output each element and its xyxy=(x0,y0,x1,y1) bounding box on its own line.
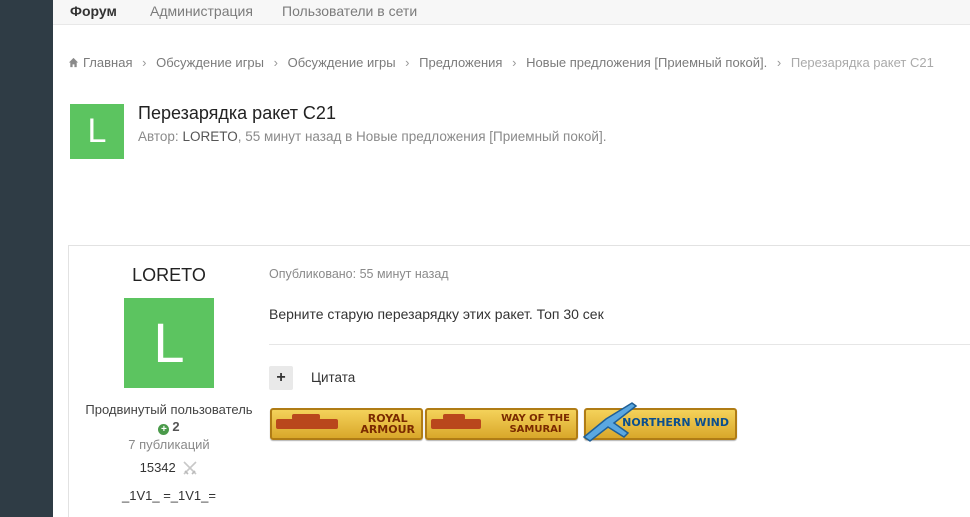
badge-line-2: ARMOUR xyxy=(360,423,415,436)
reputation: +2 xyxy=(69,419,269,435)
topic-meta-prefix: Автор: xyxy=(138,129,179,144)
signature: _1V1_ =_1V1_= xyxy=(122,488,216,503)
breadcrumb-suggestions[interactable]: Предложения xyxy=(419,55,502,70)
topic-meta: Автор: LORETO, 55 минут назад в Новые пр… xyxy=(138,129,606,144)
breadcrumb-home[interactable]: Главная xyxy=(83,55,132,70)
crossed-swords-icon xyxy=(183,461,197,475)
nav-administration[interactable]: Администрация xyxy=(150,3,253,19)
post-date: Опубликовано: 55 минут назад xyxy=(269,267,449,281)
breadcrumb-separator: › xyxy=(405,55,410,70)
breadcrumb-separator: › xyxy=(776,55,782,70)
nav-users-online[interactable]: Пользователи в сети xyxy=(282,3,417,19)
avatar[interactable]: L xyxy=(124,298,214,388)
plus-circle-icon: + xyxy=(158,424,170,435)
breadcrumb-separator: › xyxy=(512,55,517,70)
badges-row: ROYAL ARMOUR WAY OF THE SAMURAI NORTHERN… xyxy=(269,402,769,450)
badge-line-1: NORTHERN WIND xyxy=(622,416,729,429)
tank-turret-icon xyxy=(443,414,465,420)
topic-meta-suffix: , 55 минут назад в Новые предложения [Пр… xyxy=(237,129,607,144)
breadcrumb-game-discussion-1[interactable]: Обсуждение игры xyxy=(156,55,264,70)
post-text: Верните старую перезарядку этих ракет. Т… xyxy=(269,306,604,322)
breadcrumb-game-discussion-2[interactable]: Обсуждение игры xyxy=(288,55,396,70)
battles-stat-value: 15342 xyxy=(139,460,176,475)
badge-text: WAY OF THE SAMURAI xyxy=(501,413,570,435)
post: LORETO L Продвинутый пользователь +2 7 п… xyxy=(68,245,970,517)
breadcrumb: Главная › Обсуждение игры › Обсуждение и… xyxy=(68,55,934,70)
main-content: Форум Администрация Пользователи в сети … xyxy=(53,0,970,517)
breadcrumb-separator: › xyxy=(273,55,278,70)
topic-author-avatar[interactable]: L xyxy=(70,104,124,159)
breadcrumb-current: Перезарядка ракет C21 xyxy=(790,55,934,70)
publications-count: 7 публикаций xyxy=(128,437,210,452)
badge-royal-armour: ROYAL ARMOUR xyxy=(270,408,423,440)
badge-way-of-the-samurai: WAY OF THE SAMURAI xyxy=(425,408,578,440)
author-rank: Продвинутый пользователь xyxy=(85,402,253,417)
topic-author-link[interactable]: LORETO xyxy=(182,129,237,144)
divider xyxy=(269,344,970,345)
home-icon xyxy=(68,57,79,68)
left-sidebar-rail xyxy=(0,0,53,517)
badge-text: ROYAL ARMOUR xyxy=(360,413,415,435)
nav-forum[interactable]: Форум xyxy=(70,3,117,19)
tank-icon xyxy=(431,419,481,429)
badge-text: NORTHERN WIND xyxy=(622,417,729,428)
badge-line-1: WAY OF THE xyxy=(501,413,570,424)
breadcrumb-separator: › xyxy=(142,55,147,70)
quote-plus-button[interactable]: + xyxy=(269,366,293,390)
tank-icon xyxy=(276,419,338,429)
post-author-panel: LORETO L Продвинутый пользователь +2 7 п… xyxy=(69,246,269,517)
top-navigation: Форум Администрация Пользователи в сети xyxy=(53,0,970,25)
breadcrumb-new-suggestions[interactable]: Новые предложения [Приемный покой]. xyxy=(526,55,767,70)
post-author-name[interactable]: LORETO xyxy=(69,265,269,286)
battles-stat: 15342 xyxy=(69,460,269,475)
reputation-value: 2 xyxy=(172,419,180,434)
tank-turret-icon xyxy=(292,414,320,420)
badge-line-2: SAMURAI xyxy=(509,424,562,435)
quote-button[interactable]: Цитата xyxy=(311,370,355,385)
post-body: Опубликовано: 55 минут назад Верните ста… xyxy=(269,246,970,517)
badge-northern-wind: NORTHERN WIND xyxy=(582,402,737,442)
page-title: Перезарядка ракет C21 xyxy=(138,103,336,123)
